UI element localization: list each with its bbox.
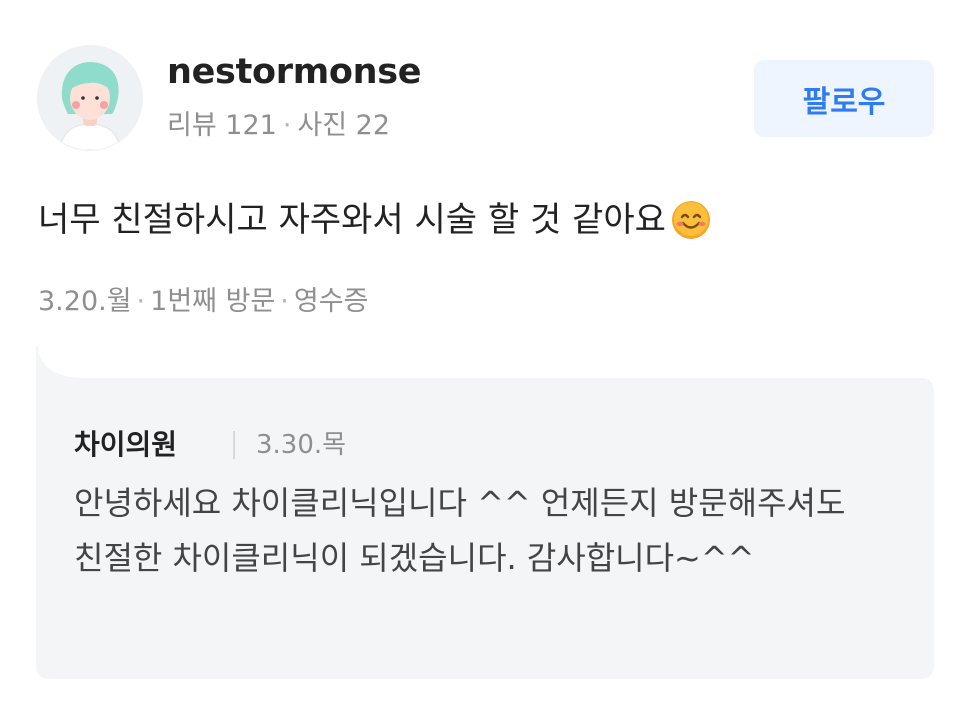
review-card: nestormonse 리뷰 121 · 사진 22 팔로우 너무 친절하시고 자주… <box>0 0 966 715</box>
separator-dot: · <box>136 286 146 317</box>
avatar-illustration-icon <box>38 46 142 150</box>
separator-dot: · <box>282 110 292 141</box>
visit-date: 3.20.월 <box>38 286 132 317</box>
visit-info: 3.20.월 · 1번째 방문 · 영수증 <box>38 283 368 321</box>
reviewer-stats: 리뷰 121 · 사진 22 <box>167 108 390 144</box>
review-body: 너무 친절하시고 자주와서 시술 할 것 같아요 <box>38 196 712 244</box>
reply-text: 안녕하세요 차이클리닉입니다 ^^ 언제든지 방문해주셔도 친절한 차이클리닉이… <box>74 484 846 577</box>
reply-date: 3.30.목 <box>256 430 347 460</box>
reply-owner-name: 차이의원 <box>74 428 178 461</box>
separator-dot: · <box>280 286 289 317</box>
smiling-face-icon <box>670 199 712 241</box>
receipt-verification: 영수증 <box>293 286 369 317</box>
follow-button[interactable]: 팔로우 <box>754 60 934 137</box>
reply-divider <box>233 431 235 459</box>
reviewer-username[interactable]: nestormonse <box>167 50 422 94</box>
owner-reply: 차이의원 3.30.목 안녕하세요 차이클리닉입니다 ^^ 언제든지 방문해주셔… <box>36 346 934 679</box>
review-text: 너무 친절하시고 자주와서 시술 할 것 같아요 <box>38 200 666 240</box>
photo-count: 사진 22 <box>297 110 391 141</box>
reviewer-avatar[interactable] <box>38 46 142 150</box>
visit-count: 1번째 방문 <box>150 286 276 317</box>
review-count: 리뷰 121 <box>167 110 277 141</box>
